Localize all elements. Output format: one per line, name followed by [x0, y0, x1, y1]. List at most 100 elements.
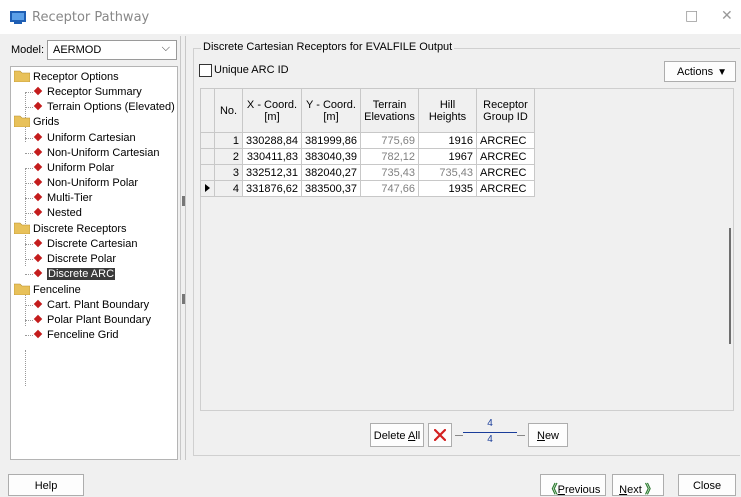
table-row[interactable]: 3 332512,31 382040,27 735,43 735,43 ARCR… [200, 164, 535, 181]
tree-item-polar-plant-boundary[interactable]: Polar Plant Boundary [25, 313, 151, 328]
close-icon[interactable]: ✕ [721, 8, 733, 24]
folder-icon [14, 70, 30, 82]
cell-y[interactable]: 381999,86 [301, 132, 361, 149]
tree-item-discrete-cartesian[interactable]: Discrete Cartesian [25, 237, 137, 252]
cell-terrain[interactable]: 782,12 [360, 148, 419, 165]
column-header-no[interactable]: No. [214, 88, 243, 133]
tree-item-receptor-summary[interactable]: Receptor Summary [25, 85, 142, 100]
cell-terrain[interactable]: 775,69 [360, 132, 419, 149]
cell-y[interactable]: 383040,39 [301, 148, 361, 165]
cell-no[interactable]: 4 [214, 180, 243, 197]
row-indicator[interactable] [200, 164, 215, 181]
previous-button[interactable]: 《Previous [540, 474, 606, 496]
help-button[interactable]: Help [8, 474, 84, 496]
model-value: AERMOD [53, 44, 102, 56]
bullet-icon [33, 162, 43, 172]
column-header-terrain[interactable]: Terrain Elevations [360, 88, 419, 133]
bullet-icon [33, 207, 43, 217]
cell-no[interactable]: 1 [214, 132, 243, 149]
cell-x[interactable]: 331876,62 [242, 180, 302, 197]
tree-item-uniform-polar[interactable]: Uniform Polar [25, 161, 114, 176]
tree-folder-discrete-receptors[interactable]: Discrete Receptors [14, 222, 127, 237]
chevron-down-icon: ⌵ [161, 42, 170, 54]
current-row-icon [205, 183, 210, 192]
row-counter: 4 4 [455, 418, 525, 448]
maximize-icon[interactable]: □ [685, 8, 698, 24]
bullet-icon [33, 86, 43, 96]
tree-item-discrete-arc[interactable]: Discrete ARC [25, 267, 116, 282]
column-header-group[interactable]: Receptor Group ID [476, 88, 535, 133]
tree-item-uniform-cartesian[interactable]: Uniform Cartesian [25, 131, 136, 146]
window-title: Receptor Pathway [32, 10, 150, 25]
cell-x[interactable]: 330411,83 [242, 148, 302, 165]
cell-group[interactable]: ARCREC [476, 164, 535, 181]
vertical-scrollbar[interactable] [729, 228, 731, 344]
cell-hill[interactable]: 735,43 [418, 164, 477, 181]
cell-terrain[interactable]: 747,66 [360, 180, 419, 197]
tree-item-non-uniform-cartesian[interactable]: Non-Uniform Cartesian [25, 146, 159, 161]
column-header-x[interactable]: X - Coord. [m] [242, 88, 302, 133]
bullet-icon [33, 101, 43, 111]
tree-item-cart-plant-boundary[interactable]: Cart. Plant Boundary [25, 298, 149, 313]
column-header-y[interactable]: Y - Coord. [m] [301, 88, 361, 133]
cell-x[interactable]: 330288,84 [242, 132, 302, 149]
tree-folder-fenceline[interactable]: Fenceline [14, 283, 81, 298]
app-icon [10, 11, 26, 24]
folder-icon [14, 283, 30, 295]
counter-current: 4 [487, 418, 493, 429]
delete-row-button[interactable] [428, 423, 452, 447]
cell-no[interactable]: 2 [214, 148, 243, 165]
model-label: Model: [11, 44, 45, 56]
tree-item-non-uniform-polar[interactable]: Non-Uniform Polar [25, 176, 138, 191]
tree-item-nested[interactable]: Nested [25, 206, 82, 221]
folder-icon [14, 115, 30, 127]
tree-folder-receptor-options[interactable]: Receptor Options [14, 70, 119, 85]
tree-item-fenceline-grid[interactable]: Fenceline Grid [25, 328, 119, 343]
cell-y[interactable]: 382040,27 [301, 164, 361, 181]
cell-y[interactable]: 383500,37 [301, 180, 361, 197]
counter-total: 4 [487, 434, 493, 445]
left-panel: Model: AERMOD ⌵ Receptor Options Recepto… [8, 36, 178, 460]
table-row[interactable]: 4 331876,62 383500,37 747,66 1935 ARCREC [200, 180, 535, 197]
bullet-icon [33, 147, 43, 157]
splitter-grip[interactable] [182, 196, 185, 206]
title-bar: Receptor Pathway □ ✕ [0, 0, 741, 34]
cell-no[interactable]: 3 [214, 164, 243, 181]
cell-hill[interactable]: 1967 [418, 148, 477, 165]
column-header-hill[interactable]: Hill Heights [418, 88, 477, 133]
group-title: Discrete Cartesian Receptors for EVALFIL… [201, 41, 455, 53]
delete-all-button[interactable]: Delete All [370, 423, 424, 447]
next-button[interactable]: Next 》 [612, 474, 664, 496]
chevron-left-double-icon: 《 [545, 482, 558, 496]
tree-item-discrete-polar[interactable]: Discrete Polar [25, 252, 116, 267]
tree-item-multi-tier[interactable]: Multi-Tier [25, 191, 92, 206]
cell-terrain[interactable]: 735,43 [360, 164, 419, 181]
tree-item-terrain-options[interactable]: Terrain Options (Elevated) [25, 100, 175, 115]
cell-x[interactable]: 332512,31 [242, 164, 302, 181]
model-select[interactable]: AERMOD ⌵ [47, 40, 177, 60]
close-button[interactable]: Close [678, 474, 736, 496]
navigation-tree: Receptor Options Receptor Summary Terrai… [10, 66, 178, 460]
panel-splitter[interactable] [180, 36, 186, 460]
table-row[interactable]: 2 330411,83 383040,39 782,12 1967 ARCREC [200, 148, 535, 165]
row-indicator-header [200, 88, 215, 133]
cell-group[interactable]: ARCREC [476, 132, 535, 149]
unique-arc-checkbox[interactable] [199, 64, 212, 77]
bullet-icon [33, 132, 43, 142]
new-row-button[interactable]: New [528, 423, 568, 447]
row-indicator[interactable] [200, 132, 215, 149]
bullet-icon [33, 299, 43, 309]
row-indicator[interactable] [200, 180, 215, 197]
bullet-icon [33, 314, 43, 324]
delete-x-icon [434, 429, 446, 441]
tree-folder-grids[interactable]: Grids [14, 115, 59, 130]
cell-hill[interactable]: 1916 [418, 132, 477, 149]
dropdown-arrow-icon: ▼ [717, 67, 727, 78]
cell-group[interactable]: ARCREC [476, 148, 535, 165]
table-row[interactable]: 1 330288,84 381999,86 775,69 1916 ARCREC [200, 132, 535, 149]
cell-hill[interactable]: 1935 [418, 180, 477, 197]
actions-button[interactable]: Actions ▼ [664, 61, 736, 82]
cell-group[interactable]: ARCREC [476, 180, 535, 197]
splitter-grip[interactable] [182, 294, 185, 304]
row-indicator[interactable] [200, 148, 215, 165]
